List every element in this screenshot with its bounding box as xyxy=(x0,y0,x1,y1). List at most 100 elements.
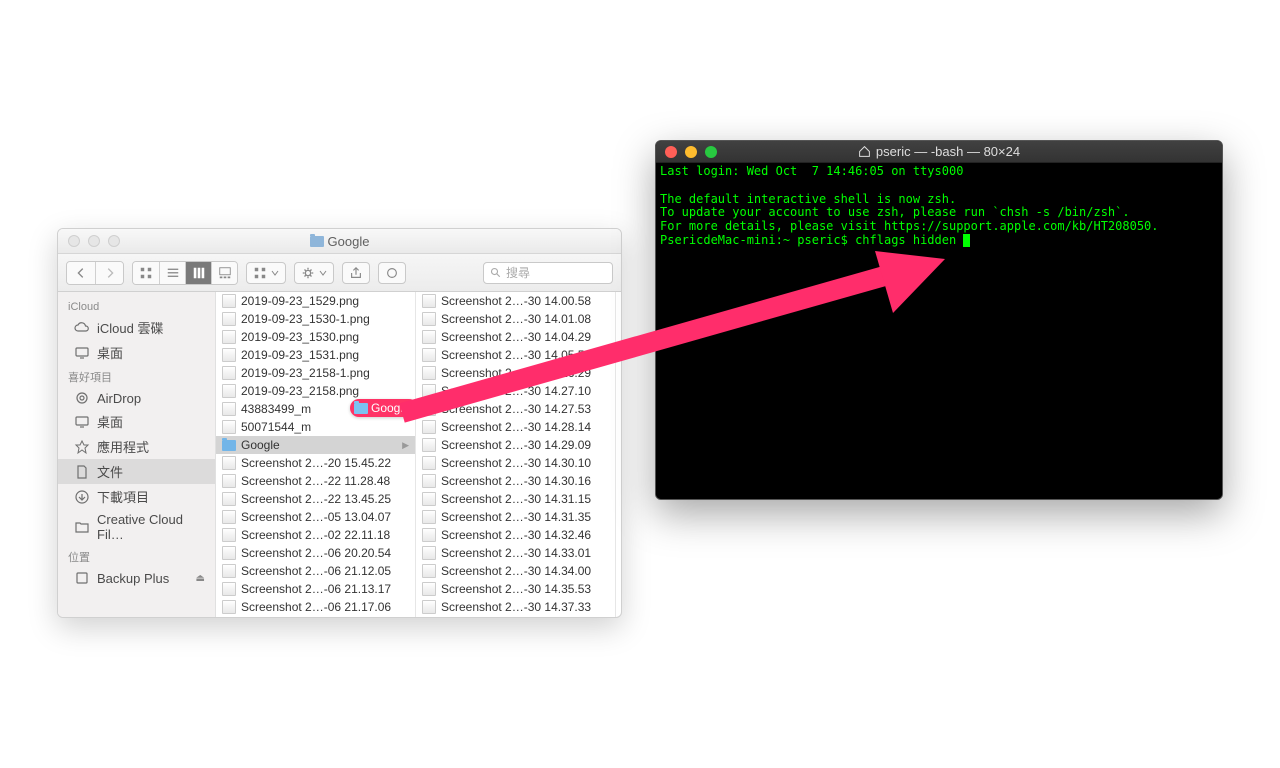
file-row[interactable]: Screenshot 2…-30 14.31.35 xyxy=(416,508,615,526)
finder-titlebar[interactable]: Google xyxy=(58,229,621,254)
image-icon xyxy=(422,312,436,326)
image-icon xyxy=(422,528,436,542)
file-row[interactable]: Screenshot 2…-06 20.20.54 xyxy=(216,544,415,562)
search-input[interactable]: 搜尋 xyxy=(483,262,613,284)
finder-sidebar[interactable]: iCloudiCloud 雲碟桌面喜好項目AirDrop桌面應用程式文件下載項目… xyxy=(58,292,216,617)
image-icon xyxy=(222,474,236,488)
file-row[interactable]: Screenshot 2…-30 14.31.15 xyxy=(416,490,615,508)
chevron-right-icon: ▶ xyxy=(402,440,409,451)
file-row[interactable]: Screenshot 2…-02 22.11.18 xyxy=(216,526,415,544)
file-name: Screenshot 2…-30 14.30.10 xyxy=(441,456,609,470)
tags-button[interactable] xyxy=(378,262,406,284)
file-row[interactable]: 2019-09-23_1529.png xyxy=(216,292,415,310)
minimize-icon[interactable] xyxy=(88,235,100,247)
file-row[interactable]: Screenshot 2…-30 14.05.5 xyxy=(416,346,615,364)
sidebar-item[interactable]: 桌面 xyxy=(58,340,215,365)
sidebar-item[interactable]: iCloud 雲碟 xyxy=(58,315,215,340)
file-name: Screenshot 2…-30 14.27.10 xyxy=(441,384,609,398)
sidebar-item[interactable]: 文件 xyxy=(58,459,215,484)
file-row[interactable]: Screenshot 2…-30 14.29.09 xyxy=(416,436,615,454)
sidebar-item[interactable]: AirDrop xyxy=(58,387,215,409)
file-row[interactable]: Screenshot 2…-05 13.04.07 xyxy=(216,508,415,526)
file-row[interactable]: Screenshot 2…-30 14.00.58 xyxy=(416,292,615,310)
view-list-button[interactable] xyxy=(159,262,185,284)
file-row[interactable]: Screenshot 2…-20 15.45.22 xyxy=(216,454,415,472)
nav-buttons xyxy=(66,261,124,285)
sidebar-item[interactable]: 下載項目 xyxy=(58,484,215,509)
file-row[interactable]: Screenshot 2…-30 14.32.46 xyxy=(416,526,615,544)
file-name: Screenshot 2…-30 14.04.29 xyxy=(441,330,609,344)
file-row[interactable]: Screenshot 2…-30 14.33.01 xyxy=(416,544,615,562)
share-button[interactable] xyxy=(342,262,370,284)
file-row[interactable]: Screenshot 2…-06 21.17.06 xyxy=(216,598,415,616)
file-name: Screenshot 2…-30 14.27.53 xyxy=(441,402,609,416)
file-row[interactable]: Screenshot 2…-06 21.13.17 xyxy=(216,580,415,598)
back-button[interactable] xyxy=(67,262,95,284)
file-row[interactable]: Screenshot 2…-30 14.30.16 xyxy=(416,472,615,490)
file-row[interactable]: 2019-09-23_1530-1.png xyxy=(216,310,415,328)
arrange-dropdown[interactable] xyxy=(246,262,286,284)
drag-label-text: Google xyxy=(371,401,410,415)
file-row[interactable]: Screenshot 2…-30 14.27.53 xyxy=(416,400,615,418)
terminal-titlebar[interactable]: pseric — -bash — 80×24 xyxy=(656,141,1222,163)
file-row[interactable]: 2019-09-23_1531.png xyxy=(216,346,415,364)
file-row[interactable]: Screenshot 2…-30 14.34.00 xyxy=(416,562,615,580)
search-icon xyxy=(490,267,502,279)
search-placeholder: 搜尋 xyxy=(506,264,530,281)
file-name: Google xyxy=(241,438,397,452)
file-row[interactable]: Screenshot 2…-30 14.37.33 xyxy=(416,598,615,616)
file-row[interactable]: 2019-09-23_1530.png xyxy=(216,328,415,346)
image-icon xyxy=(222,546,236,560)
file-row[interactable]: Screenshot 2…-22 13.45.25 xyxy=(216,490,415,508)
sidebar-item[interactable]: Creative Cloud Fil… xyxy=(58,509,215,545)
view-gallery-button[interactable] xyxy=(211,262,237,284)
image-icon xyxy=(222,492,236,506)
minimize-icon[interactable] xyxy=(685,146,697,158)
file-columns: 2019-09-23_1529.png2019-09-23_1530-1.png… xyxy=(216,292,621,617)
sidebar-item-label: 文件 xyxy=(97,462,123,481)
close-icon[interactable] xyxy=(665,146,677,158)
file-row[interactable]: 2019-09-23_2158-1.png xyxy=(216,364,415,382)
file-row[interactable]: Screenshot 2…-30 14.28.14 xyxy=(416,418,615,436)
eject-icon[interactable]: ⏏ xyxy=(196,573,205,584)
terminal-title: pseric — -bash — 80×24 xyxy=(656,144,1222,159)
gallery-icon xyxy=(218,266,232,280)
forward-button[interactable] xyxy=(95,262,123,284)
sidebar-item-label: 應用程式 xyxy=(97,437,149,456)
file-row[interactable]: Screenshot 2…-30 14.04.29 xyxy=(416,328,615,346)
image-icon xyxy=(222,456,236,470)
file-row[interactable]: Screenshot 2…-30 14.26.29 xyxy=(416,364,615,382)
apps-icon xyxy=(74,439,90,455)
image-icon xyxy=(422,348,436,362)
file-row[interactable]: 2019-09-23_2158.png xyxy=(216,382,415,400)
file-column[interactable]: Screenshot 2…-30 14.00.58Screenshot 2…-3… xyxy=(416,292,616,617)
file-row[interactable]: Screenshot 2…-30 14.30.10 xyxy=(416,454,615,472)
view-columns-button[interactable] xyxy=(185,262,211,284)
action-dropdown[interactable] xyxy=(294,262,334,284)
file-row[interactable]: Google ▶ xyxy=(216,436,415,454)
image-icon xyxy=(422,582,436,596)
sidebar-item[interactable]: Backup Plus⏏ xyxy=(58,567,215,589)
file-row[interactable]: Screenshot 2…-22 11.28.48 xyxy=(216,472,415,490)
file-row[interactable]: Screenshot 2…-06 21.12.05 xyxy=(216,562,415,580)
file-row[interactable]: 50071544_m xyxy=(216,418,415,436)
zoom-icon[interactable] xyxy=(108,235,120,247)
finder-window[interactable]: Google xyxy=(57,228,622,618)
view-icons-button[interactable] xyxy=(133,262,159,284)
tag-icon xyxy=(385,266,399,280)
file-row[interactable]: Screenshot 2…-30 14.27.10 xyxy=(416,382,615,400)
file-name: 2019-09-23_1531.png xyxy=(241,348,409,362)
file-row[interactable]: Screenshot 2…-30 14.35.53 xyxy=(416,580,615,598)
image-icon xyxy=(422,546,436,560)
terminal-window[interactable]: pseric — -bash — 80×24 Last login: Wed O… xyxy=(655,140,1223,500)
file-row[interactable]: Screenshot 2…-30 14.01.08 xyxy=(416,310,615,328)
file-column[interactable]: 2019-09-23_1529.png2019-09-23_1530-1.png… xyxy=(216,292,416,617)
sidebar-item[interactable]: 應用程式 xyxy=(58,434,215,459)
grid-icon xyxy=(139,266,153,280)
zoom-icon[interactable] xyxy=(705,146,717,158)
desktop-icon xyxy=(74,345,90,361)
sidebar-item[interactable]: 桌面 xyxy=(58,409,215,434)
terminal-body[interactable]: Last login: Wed Oct 7 14:46:05 on ttys00… xyxy=(656,163,1222,499)
share-icon xyxy=(349,266,363,280)
close-icon[interactable] xyxy=(68,235,80,247)
